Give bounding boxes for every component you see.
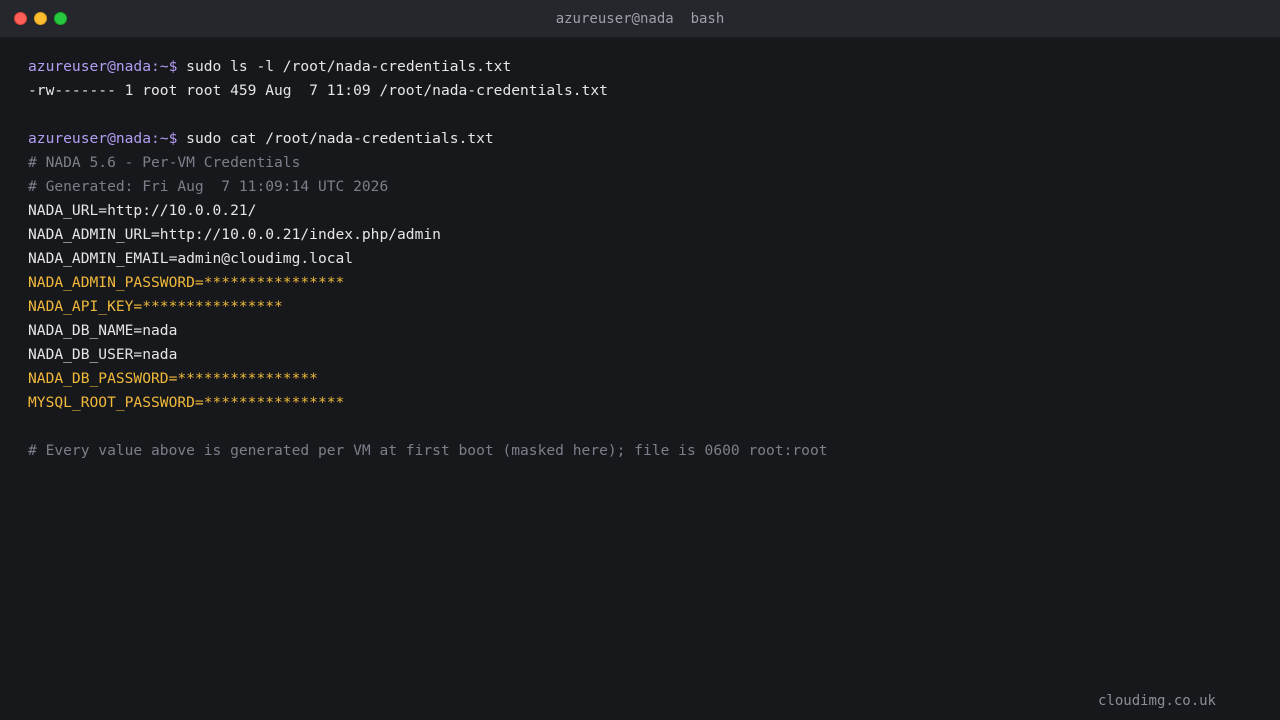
comment-line: # NADA 5.6 - Per-VM Credentials bbox=[28, 154, 301, 171]
comment-line: # Generated: Fri Aug 7 11:09:14 UTC 2026 bbox=[28, 178, 389, 195]
config-line-db-name: NADA_DB_NAME=nada bbox=[28, 322, 178, 339]
secret-line-mysql-root-password: MYSQL_ROOT_PASSWORD=**************** bbox=[28, 394, 345, 411]
title-bar: azureuser@nada bash bbox=[0, 0, 1280, 38]
config-line-db-user: NADA_DB_USER=nada bbox=[28, 346, 178, 363]
brand-watermark: cloudimg.co.uk bbox=[1097, 693, 1216, 709]
output-line: -rw------- 1 root root 459 Aug 7 11:09 /… bbox=[28, 82, 608, 99]
window-title: azureuser@nada bash bbox=[555, 11, 725, 27]
terminal-line: azureuser@nada:~$ sudo ls -l /root/nada-… bbox=[28, 55, 828, 79]
secret-line-db-password: NADA_DB_PASSWORD=**************** bbox=[28, 370, 318, 387]
config-line-url: NADA_URL=http://10.0.0.21/ bbox=[28, 202, 257, 219]
terminal-output[interactable]: azureuser@nada:~$ sudo ls -l /root/nada-… bbox=[28, 55, 828, 463]
terminal-window: azureuser@nada bash azureuser@nada:~$ su… bbox=[0, 0, 1280, 720]
shell-prompt: azureuser@nada:~$ bbox=[28, 58, 178, 75]
config-line-admin-email: NADA_ADMIN_EMAIL=admin@cloudimg.local bbox=[28, 250, 354, 267]
comment-line: # Every value above is generated per VM … bbox=[28, 442, 828, 459]
secret-line-api-key: NADA_API_KEY=**************** bbox=[28, 298, 283, 315]
config-line-admin-url: NADA_ADMIN_URL=http://10.0.0.21/index.ph… bbox=[28, 226, 441, 243]
command-text: sudo cat /root/nada-credentials.txt bbox=[177, 130, 494, 147]
secret-line-admin-password: NADA_ADMIN_PASSWORD=**************** bbox=[28, 274, 345, 291]
terminal-line: azureuser@nada:~$ sudo cat /root/nada-cr… bbox=[28, 127, 828, 151]
command-text: sudo ls -l /root/nada-credentials.txt bbox=[177, 58, 512, 75]
shell-prompt: azureuser@nada:~$ bbox=[28, 130, 178, 147]
